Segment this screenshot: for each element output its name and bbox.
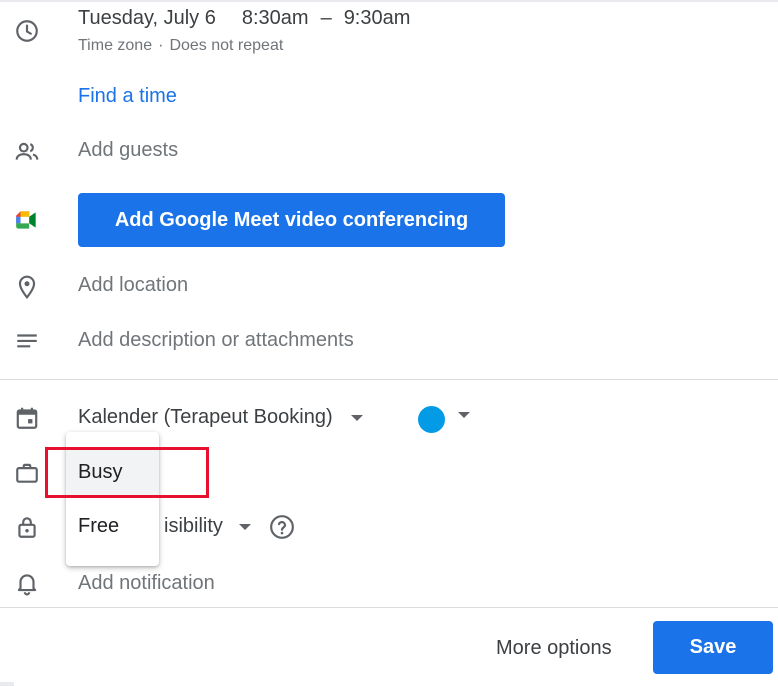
lock-icon [12,512,42,542]
add-google-meet-button[interactable]: Add Google Meet video conferencing [78,193,505,247]
add-notification-input[interactable]: Add notification [78,572,215,595]
briefcase-icon [12,458,42,488]
calendar-icon [12,403,42,433]
add-description-input[interactable]: Add description or attachments [78,329,354,352]
calendar-color-swatch[interactable] [418,406,445,433]
event-start-time[interactable]: 8:30am [242,7,309,30]
more-options-button[interactable]: More options [482,623,626,673]
calendar-name: Kalender (Terapeut Booking) [78,406,333,428]
people-icon [12,137,42,167]
calendar-dropdown-arrow-icon [350,414,363,421]
availability-menu: Busy Free [66,432,159,566]
bell-icon [12,568,42,598]
description-lines-icon [12,327,42,357]
timezone-repeat-line: Time zone · Does not repeat [78,37,283,55]
tz-separator: · [158,37,164,54]
menu-item-free[interactable]: Free [66,502,159,550]
footer-divider [0,607,778,608]
add-location-input[interactable]: Add location [78,274,188,297]
timezone-link[interactable]: Time zone [78,37,152,54]
visibility-label: isibility [164,515,223,537]
menu-item-busy[interactable]: Busy [66,448,159,496]
clock-icon [12,16,42,46]
calendar-selector[interactable]: Kalender (Terapeut Booking) [78,406,363,429]
find-a-time-link[interactable]: Find a time [78,85,177,108]
event-date[interactable]: Tuesday, July 6 [78,7,216,30]
corner-mark [0,682,14,686]
section-divider [0,379,778,380]
save-button[interactable]: Save [653,621,773,674]
time-dash: – [320,7,332,29]
add-guests-input[interactable]: Add guests [78,139,178,162]
top-border [0,0,778,2]
event-datetime[interactable]: Tuesday, July 6 8:30am –9:30am [78,7,410,30]
google-meet-icon [12,205,42,235]
location-pin-icon [12,272,42,302]
repeat-selector[interactable]: Does not repeat [169,37,283,54]
visibility-dropdown-arrow-icon [238,523,251,530]
color-dropdown-arrow-icon[interactable] [458,412,470,418]
event-end-time[interactable]: 9:30am [344,7,411,30]
help-icon[interactable] [269,514,295,540]
